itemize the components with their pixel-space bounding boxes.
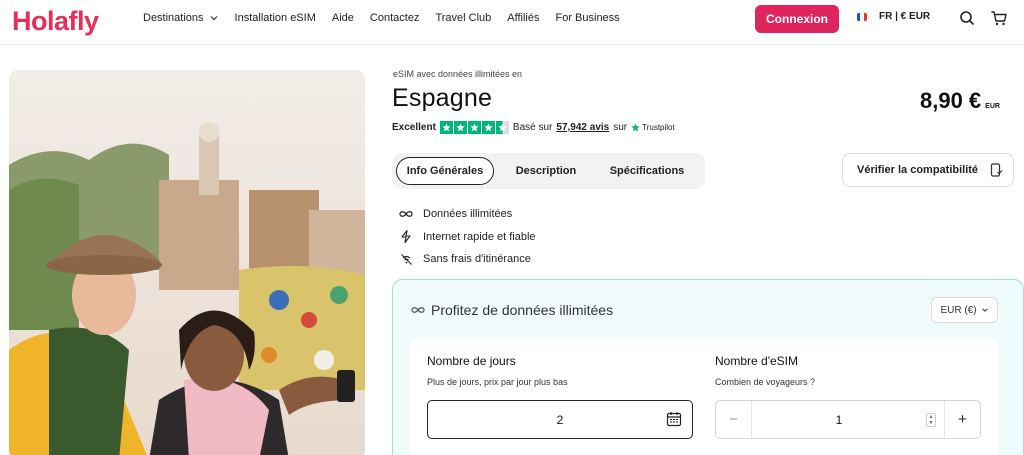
- top-header: Holafly Destinations Installation eSIM A…: [0, 0, 1024, 45]
- trustpilot-star-icon: [631, 123, 640, 132]
- nav-installation-esim[interactable]: Installation eSIM: [235, 12, 316, 24]
- star-icon: [439, 121, 453, 134]
- nav-destinations-label: Destinations: [143, 12, 204, 24]
- plan-config-panel: Profitez de données illimitées EUR (€) N…: [392, 279, 1024, 455]
- nav-destinations[interactable]: Destinations: [143, 12, 219, 24]
- nav-contactez[interactable]: Contactez: [370, 12, 420, 24]
- no-roaming-icon: [399, 252, 413, 266]
- hero-image: [9, 70, 365, 455]
- price: 8,90 € EUR: [920, 88, 1000, 114]
- feature-label: Données illimitées: [423, 208, 513, 221]
- config-title-label: Profitez de données illimitées: [431, 302, 614, 318]
- holafly-logo[interactable]: Holafly: [12, 6, 99, 37]
- travelers-photo: [9, 70, 365, 455]
- esim-count-subtitle: Combien de voyageurs ?: [715, 377, 816, 387]
- days-value: 2: [556, 412, 564, 427]
- increment-button[interactable]: +: [944, 401, 980, 438]
- star-icon: [481, 121, 495, 134]
- selection-card: Nombre de jours Plus de jours, prix par …: [410, 337, 998, 455]
- star-icon: [453, 121, 467, 134]
- on-text: sur: [613, 122, 628, 133]
- tab-info-generales[interactable]: Info Générales: [396, 157, 494, 185]
- decrement-button[interactable]: −: [716, 401, 752, 438]
- check-compatibility-button[interactable]: Vérifier la compatibilité: [842, 153, 1014, 187]
- main-nav: Destinations Installation eSIM Aide Cont…: [143, 0, 636, 36]
- feature-label: Sans frais d'itinérance: [423, 253, 531, 266]
- price-value: 8,90 €: [920, 88, 982, 113]
- infinity-icon: [411, 307, 425, 313]
- product-eyebrow: eSIM avec données illimitées en: [393, 69, 523, 79]
- product-tabs: Info Générales Description Spécification…: [392, 153, 705, 189]
- trustpilot-rating: Excellent Basé sur 57,942 avis sur Trust…: [392, 121, 675, 134]
- search-icon[interactable]: [958, 9, 976, 27]
- feature-item: Données illimitées: [399, 203, 536, 226]
- feature-label: Internet rapide et fiable: [423, 230, 536, 243]
- nav-affilies[interactable]: Affiliés: [507, 12, 539, 24]
- esim-count-value: 1: [835, 412, 843, 427]
- spinner-arrows-icon[interactable]: ▲ ▼: [926, 412, 936, 427]
- half-star-icon: [495, 121, 509, 134]
- feature-item: Sans frais d'itinérance: [399, 248, 536, 271]
- reviews-link[interactable]: 57,942 avis: [556, 122, 609, 133]
- feature-item: Internet rapide et fiable: [399, 226, 536, 249]
- based-on-text: Basé sur: [512, 122, 553, 133]
- chevron-down-icon: [981, 308, 988, 312]
- rating-stars: [439, 121, 509, 134]
- chevron-down-icon: [210, 16, 217, 21]
- nav-travel-club[interactable]: Travel Club: [435, 12, 491, 24]
- cart-icon[interactable]: [990, 9, 1008, 27]
- days-subtitle: Plus de jours, prix par jour plus bas: [427, 377, 568, 387]
- feature-list: Données illimitées Internet rapide et fi…: [399, 203, 536, 271]
- currency-select[interactable]: EUR (€): [931, 297, 998, 323]
- locale-selector[interactable]: FR | € EUR: [857, 11, 930, 22]
- nav-for-business[interactable]: For Business: [555, 12, 619, 24]
- trustpilot-label: Trustpilot: [642, 123, 675, 132]
- esim-count-title: Nombre d'eSIM: [715, 354, 798, 368]
- tab-specifications[interactable]: Spécifications: [598, 157, 696, 185]
- esim-quantity-stepper: − 1 ▲ ▼ +: [715, 400, 981, 439]
- infinity-icon: [399, 207, 413, 221]
- calendar-icon[interactable]: [666, 411, 682, 427]
- lightning-icon: [399, 230, 413, 244]
- phone-check-icon: [990, 163, 1003, 177]
- compat-label: Vérifier la compatibilité: [857, 164, 979, 176]
- trustpilot-logo: Trustpilot: [631, 123, 675, 132]
- days-title: Nombre de jours: [427, 354, 516, 368]
- rating-label: Excellent: [392, 122, 436, 133]
- locale-label: FR | € EUR: [879, 11, 931, 22]
- currency-value: EUR (€): [940, 304, 977, 316]
- config-title: Profitez de données illimitées: [411, 302, 613, 318]
- nav-aide[interactable]: Aide: [332, 12, 354, 24]
- page-title: Espagne: [392, 84, 493, 112]
- tab-description[interactable]: Description: [494, 157, 598, 185]
- days-input[interactable]: 2: [427, 400, 693, 439]
- price-currency: EUR: [985, 103, 1000, 110]
- france-flag-icon: [857, 12, 867, 21]
- login-button[interactable]: Connexion: [755, 5, 839, 33]
- star-icon: [467, 121, 481, 134]
